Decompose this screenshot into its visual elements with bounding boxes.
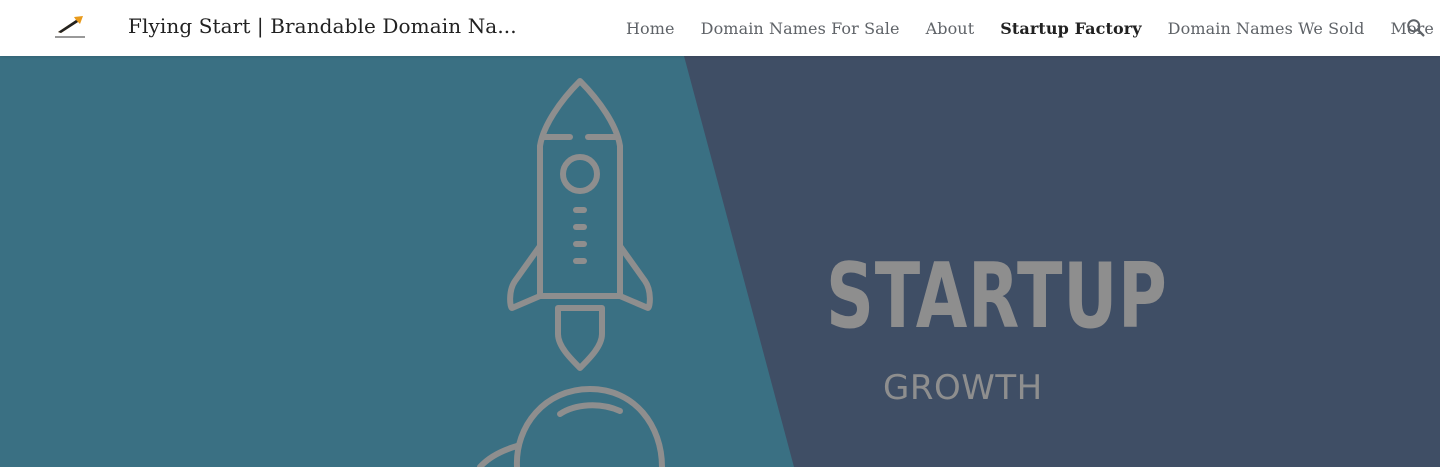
search-icon[interactable] — [1405, 17, 1427, 39]
hero-background — [0, 56, 1440, 467]
hero-title: STARTUP — [826, 244, 1168, 349]
site-logo[interactable] — [52, 12, 88, 42]
main-nav: Home Domain Names For Sale About Startup… — [626, 0, 1440, 56]
flying-start-logo-icon — [55, 16, 85, 38]
site-title[interactable]: Flying Start | Brandable Domain Na... — [128, 14, 517, 38]
site-header: Flying Start | Brandable Domain Na... Ho… — [0, 0, 1440, 56]
hero-banner: STARTUP GROWTH — [0, 56, 1440, 467]
nav-about[interactable]: About — [926, 19, 975, 38]
nav-domain-names-we-sold[interactable]: Domain Names We Sold — [1168, 19, 1365, 38]
nav-startup-factory[interactable]: Startup Factory — [1000, 19, 1141, 38]
hero-subtitle: GROWTH — [883, 368, 1043, 408]
nav-domain-names-for-sale[interactable]: Domain Names For Sale — [701, 19, 900, 38]
nav-home[interactable]: Home — [626, 19, 675, 38]
